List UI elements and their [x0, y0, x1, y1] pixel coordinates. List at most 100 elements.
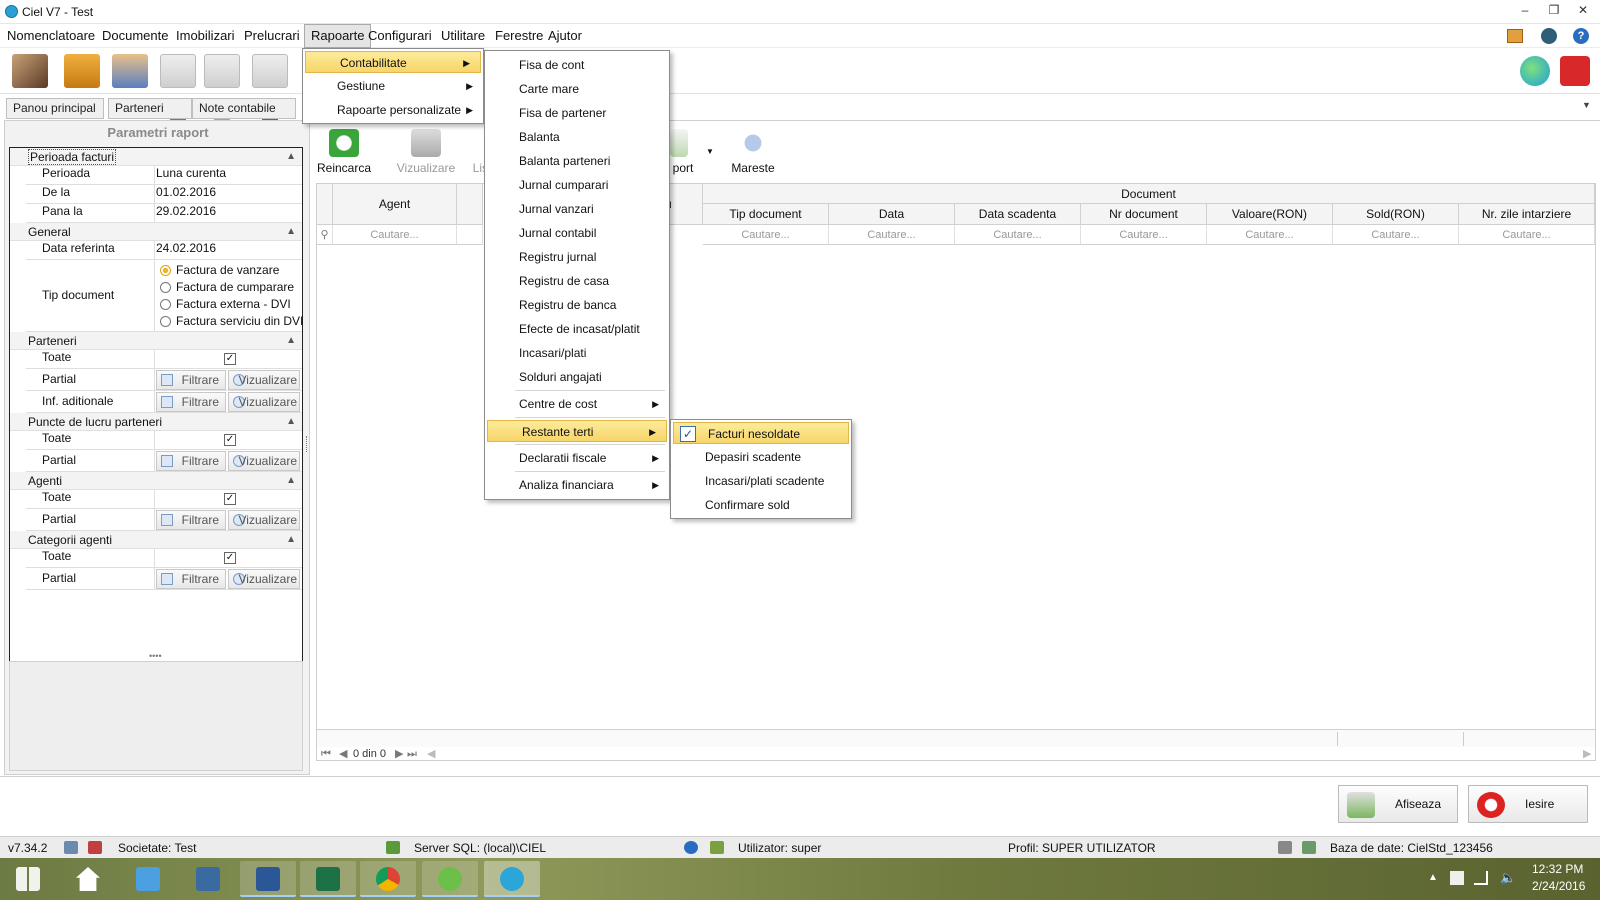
menu-rapoarte-personalizate[interactable]: Rapoarte personalizate ▶	[303, 99, 483, 121]
menu-incasari-plati-scadente[interactable]: Incasari/plati scadente	[671, 470, 824, 492]
row-dela[interactable]: De la 01.02.2016	[26, 185, 302, 204]
search-tip-document[interactable]: Cautare...	[703, 225, 829, 245]
scroll-right-icon[interactable]: ▶	[1583, 747, 1591, 761]
menu-configurari[interactable]: Configurari	[362, 24, 438, 48]
volume-icon[interactable]: 🔈	[1500, 870, 1516, 886]
taskbar-cloud[interactable]	[422, 861, 478, 897]
perioada-value[interactable]: Luna curenta	[156, 166, 226, 180]
header-data[interactable]: Data	[829, 204, 955, 225]
collapse-icon[interactable]: ▲	[286, 472, 296, 490]
header-agent[interactable]: Agent	[333, 184, 457, 225]
chat-icon[interactable]	[1520, 56, 1550, 86]
collapse-icon[interactable]: ▲	[286, 531, 296, 549]
toate-checkbox[interactable]: ✓	[224, 434, 236, 446]
collapse-icon[interactable]: ▲	[286, 332, 296, 350]
toate-checkbox[interactable]: ✓	[224, 493, 236, 505]
header-valoare[interactable]: Valoare(RON)	[1207, 204, 1333, 225]
search-valoare[interactable]: Cautare...	[1207, 225, 1333, 245]
menu-jurnal-cumparari[interactable]: Jurnal cumparari	[485, 174, 608, 196]
header-nr-document[interactable]: Nr document	[1081, 204, 1207, 225]
prev-page-icon[interactable]: ◀	[339, 747, 347, 761]
view-button[interactable]: Vizualizare	[228, 370, 300, 390]
signal-icon[interactable]	[1474, 871, 1488, 885]
menu-ferestre[interactable]: Ferestre	[489, 24, 549, 48]
power-icon[interactable]	[1541, 28, 1557, 44]
menu-incasari-plati[interactable]: Incasari/plati	[485, 342, 586, 364]
section-parteneri[interactable]: Parteneri ▲	[10, 332, 302, 350]
taskbar-ciel[interactable]	[484, 861, 540, 897]
menu-solduri-angajati[interactable]: Solduri angajati	[485, 366, 602, 388]
menu-contabilitate[interactable]: Contabilitate ▶	[305, 51, 481, 73]
close-button[interactable]: ✕	[1572, 3, 1594, 21]
search-data[interactable]: Cautare...	[829, 225, 955, 245]
row-puncte-toate[interactable]: Toate ✓	[26, 431, 302, 450]
menu-efecte[interactable]: Efecte de incasat/platit	[485, 318, 640, 340]
search-nr-zile[interactable]: Cautare...	[1459, 225, 1595, 245]
header-nr-zile[interactable]: Nr. zile intarziere	[1459, 204, 1595, 225]
first-page-icon[interactable]: ⏮	[321, 747, 331, 761]
taskbar-control-panel[interactable]	[120, 861, 176, 897]
menu-facturi-nesoldate[interactable]: ✓ Facturi nesoldate	[673, 422, 849, 444]
row-perioada[interactable]: Perioada Luna curenta	[26, 166, 302, 185]
menu-fisa-de-cont[interactable]: Fisa de cont	[485, 54, 584, 76]
row-parteneri-toate[interactable]: Toate ✓	[26, 350, 302, 369]
import-icon[interactable]	[160, 54, 196, 88]
search-data-scadenta[interactable]: Cautare...	[955, 225, 1081, 245]
last-page-icon[interactable]: ⏭	[407, 747, 417, 761]
menu-confirmare-sold[interactable]: Confirmare sold	[671, 494, 790, 516]
export-icon[interactable]	[252, 54, 288, 88]
menu-nomenclatoare[interactable]: Nomenclatoare	[1, 24, 101, 48]
row-agenti-toate[interactable]: Toate ✓	[26, 490, 302, 509]
clock-time[interactable]: 12:32 PM	[1532, 862, 1583, 876]
section-general[interactable]: General ▲	[10, 223, 302, 241]
next-page-icon[interactable]: ▶	[395, 747, 403, 761]
row-categorii-toate[interactable]: Toate ✓	[26, 549, 302, 568]
menu-restante-terti[interactable]: Restante terti ▶	[487, 420, 667, 442]
header-tip-document[interactable]: Tip document	[703, 204, 829, 225]
menu-prelucrari[interactable]: Prelucrari	[238, 24, 306, 48]
menu-jurnal-vanzari[interactable]: Jurnal vanzari	[485, 198, 594, 220]
toate-checkbox[interactable]: ✓	[224, 552, 236, 564]
dataref-value[interactable]: 24.02.2016	[156, 241, 216, 255]
header-data-scadenta[interactable]: Data scadenta	[955, 204, 1081, 225]
menu-balanta-parteneri[interactable]: Balanta parteneri	[485, 150, 610, 172]
menu-centre-cost[interactable]: Centre de cost ▶	[485, 393, 669, 415]
clock-date[interactable]: 2/24/2016	[1532, 879, 1585, 893]
search-nr-document[interactable]: Cautare...	[1081, 225, 1207, 245]
search-agent[interactable]: Cautare...	[333, 225, 457, 245]
panala-value[interactable]: 29.02.2016	[156, 204, 216, 218]
menu-carte-mare[interactable]: Carte mare	[485, 78, 579, 100]
preview-button[interactable]: Vizualizare	[394, 125, 458, 179]
menu-analiza-financiara[interactable]: Analiza financiara ▶	[485, 474, 669, 496]
minimize-button[interactable]: –	[1514, 3, 1536, 21]
list-icon[interactable]	[204, 54, 240, 88]
header-sold[interactable]: Sold(RON)	[1333, 204, 1459, 225]
menu-imobilizari[interactable]: Imobilizari	[170, 24, 241, 48]
menu-declaratii-fiscale[interactable]: Declaratii fiscale ▶	[485, 447, 669, 469]
tab-scroll-chevron-icon[interactable]: ▼	[1582, 100, 1591, 110]
handshake-icon[interactable]	[12, 54, 48, 88]
view-button[interactable]: Vizualizare	[228, 510, 300, 530]
menu-depasiri-scadente[interactable]: Depasiri scadente	[671, 446, 801, 468]
package-icon[interactable]	[64, 54, 100, 88]
collapse-icon[interactable]: ▲	[286, 223, 296, 241]
row-panala[interactable]: Pana la 29.02.2016	[26, 204, 302, 223]
help-icon[interactable]: ?	[1573, 28, 1589, 44]
filter-button[interactable]: Filtrare	[156, 392, 226, 412]
collapse-icon[interactable]: ▲	[286, 148, 296, 166]
calculator-icon[interactable]	[1507, 29, 1523, 43]
menu-documente[interactable]: Documente	[96, 24, 174, 48]
menu-utilitare[interactable]: Utilitare	[435, 24, 491, 48]
tray-chevron-icon[interactable]: ▲	[1428, 872, 1438, 883]
vertical-splitter-grip[interactable]	[306, 436, 309, 452]
taskbar-excel[interactable]	[300, 861, 356, 897]
header-hidden-col[interactable]	[457, 184, 483, 225]
section-agenti[interactable]: Agenti ▲	[10, 472, 302, 490]
search-sold[interactable]: Cautare...	[1333, 225, 1459, 245]
taskbar-word[interactable]	[240, 861, 296, 897]
view-button[interactable]: Vizualizare	[228, 392, 300, 412]
acrobat-icon[interactable]	[1560, 56, 1590, 86]
filter-button[interactable]: Filtrare	[156, 370, 226, 390]
toate-checkbox[interactable]: ✓	[224, 353, 236, 365]
dela-value[interactable]: 01.02.2016	[156, 185, 216, 199]
